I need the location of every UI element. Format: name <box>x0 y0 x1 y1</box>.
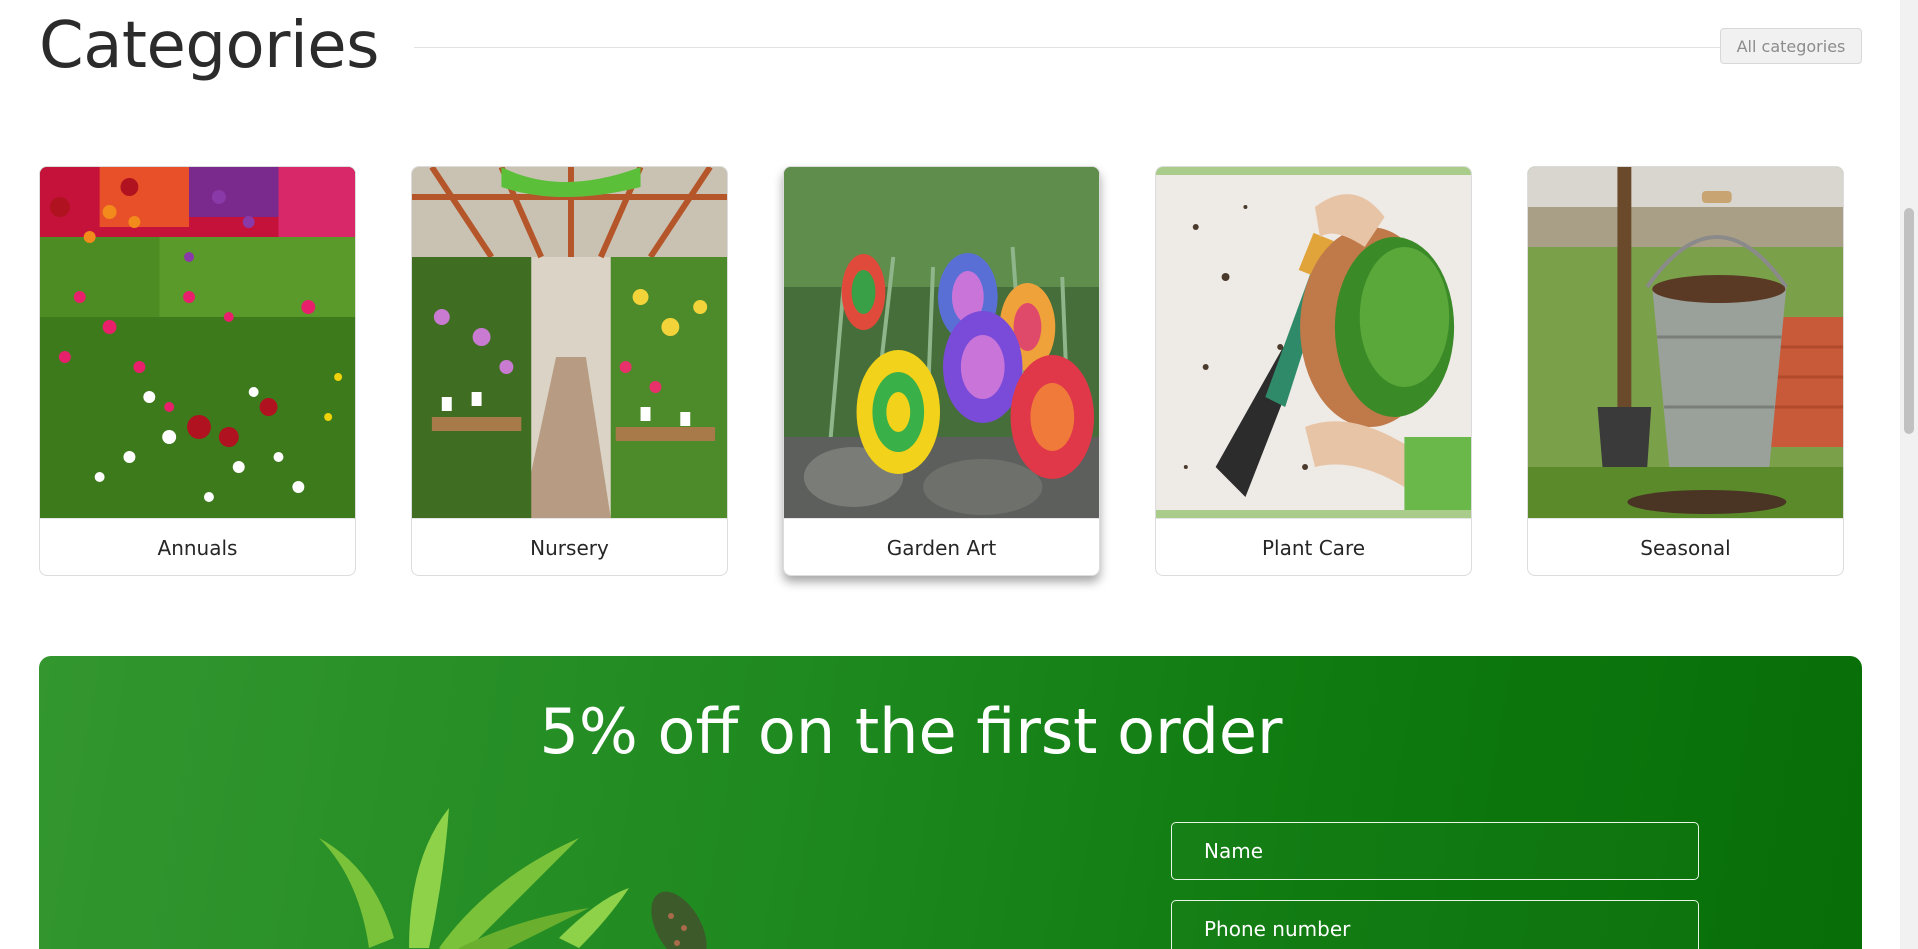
flower-bed-photo <box>40 167 355 518</box>
category-card-plant-care[interactable]: Plant Care <box>1155 166 1472 576</box>
category-card-annuals[interactable]: Annuals <box>39 166 356 576</box>
greenhouse-photo <box>412 167 727 518</box>
potting-plant-photo <box>1156 167 1471 518</box>
bucket-and-shovel-photo <box>1528 167 1843 518</box>
category-card-seasonal[interactable]: Seasonal <box>1527 166 1844 576</box>
plant-illustration <box>159 798 779 949</box>
category-label: Plant Care <box>1156 518 1471 575</box>
all-categories-button[interactable]: All categories <box>1720 28 1862 64</box>
category-label: Seasonal <box>1528 518 1843 575</box>
page: Categories All categories Annuals Nurser… <box>0 0 1900 949</box>
category-card-nursery[interactable]: Nursery <box>411 166 728 576</box>
category-label: Nursery <box>412 518 727 575</box>
vertical-scrollbar[interactable] <box>1900 0 1918 949</box>
promo-title: 5% off on the first order <box>539 695 1283 768</box>
category-card-garden-art[interactable]: Garden Art <box>783 166 1100 576</box>
category-label: Annuals <box>40 518 355 575</box>
scrollbar-thumb[interactable] <box>1904 208 1914 434</box>
name-field[interactable]: Name <box>1171 822 1699 880</box>
category-label: Garden Art <box>784 518 1099 575</box>
phone-field[interactable]: Phone number <box>1171 900 1699 949</box>
category-cards: Annuals Nursery Garden Art Plant Care Se… <box>39 166 1844 576</box>
section-title: Categories <box>39 9 379 83</box>
title-divider <box>414 47 1720 48</box>
painted-snail-stones-photo <box>784 167 1099 518</box>
promo-banner: 5% off on the first order Name Phone num… <box>39 656 1862 949</box>
